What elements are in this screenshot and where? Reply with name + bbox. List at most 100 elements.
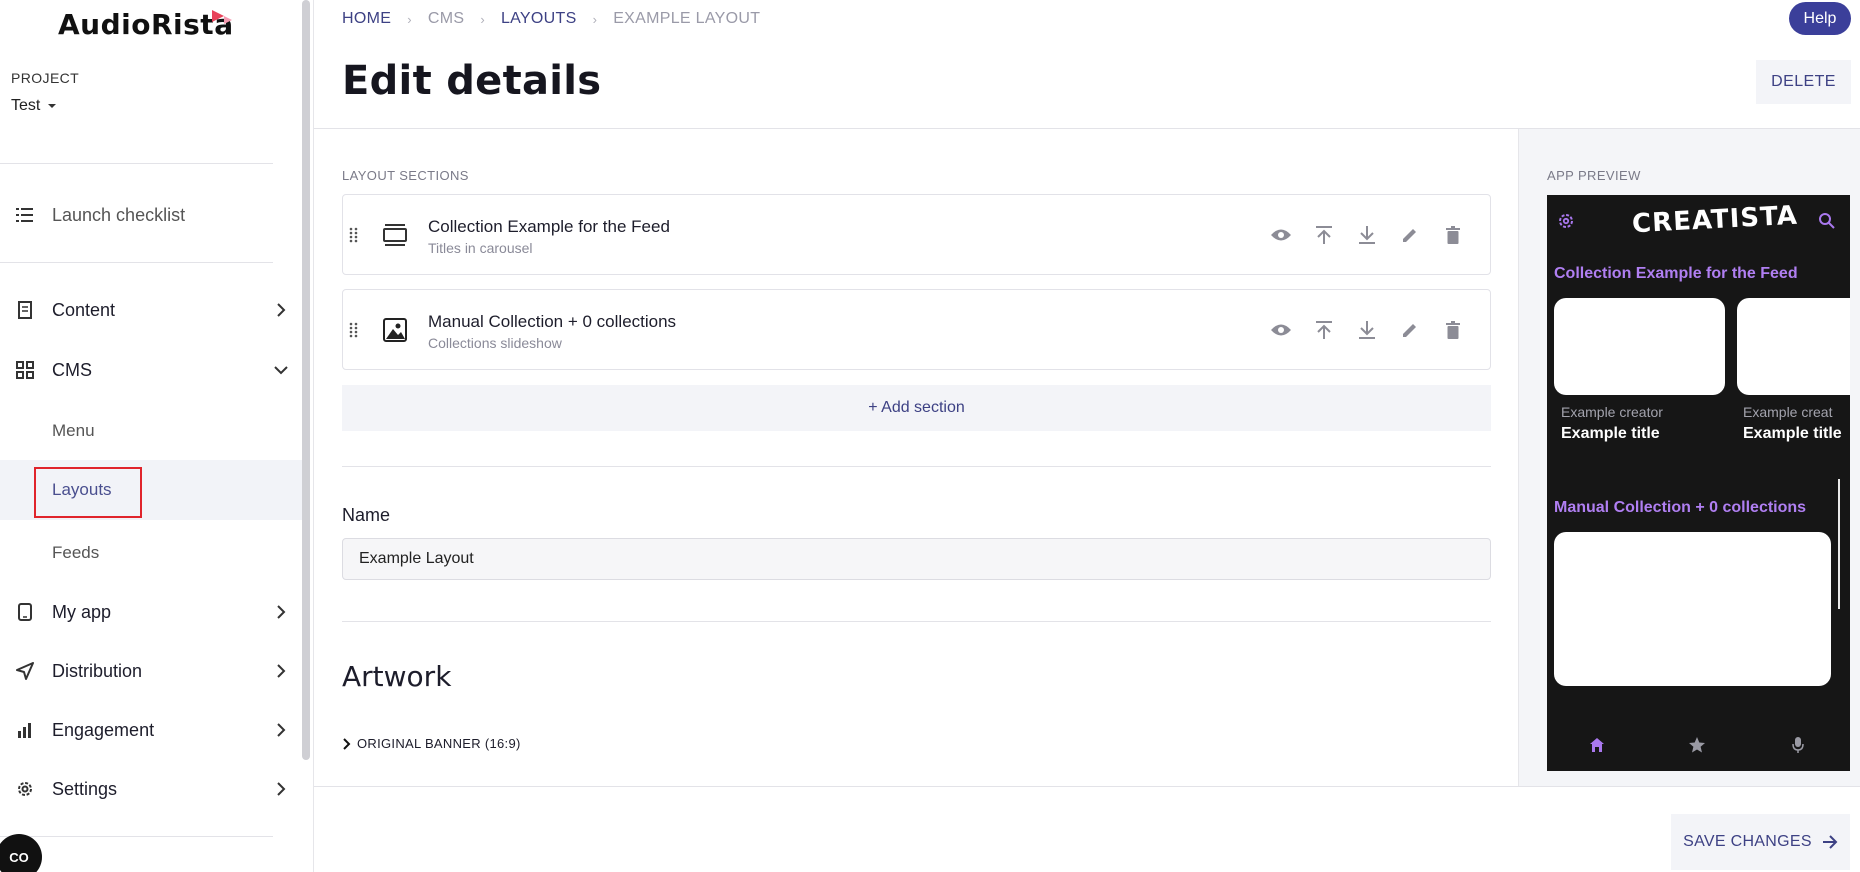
bar-chart-icon [15, 720, 35, 740]
layout-section-card[interactable]: Manual Collection + 0 collections Collec… [342, 289, 1491, 370]
microphone-icon [1788, 735, 1808, 755]
section-title: Manual Collection + 0 collections [428, 312, 677, 331]
gear-icon [1559, 214, 1573, 228]
chevron-right-icon [272, 721, 290, 739]
sidebar-item-feeds[interactable]: Feeds [0, 527, 302, 579]
help-button[interactable]: Help [1789, 2, 1851, 35]
preview-slideshow-card [1554, 532, 1831, 686]
move-to-top-icon[interactable] [1312, 223, 1335, 246]
drag-handle-icon[interactable] [349, 227, 359, 243]
sidebar-item-label: Launch checklist [52, 204, 186, 225]
sidebar-item-my-app[interactable]: My app [0, 586, 302, 638]
tablet-icon [15, 602, 35, 622]
breadcrumb-separator-icon: › [480, 11, 485, 27]
breadcrumb-home[interactable]: HOME [342, 10, 391, 28]
caret-down-icon [48, 104, 57, 108]
sidebar-item-label: Content [52, 299, 116, 320]
form-divider [342, 621, 1491, 622]
home-icon [1587, 735, 1607, 755]
form-divider [342, 466, 1491, 467]
sidebar-divider [0, 163, 273, 164]
image-icon [383, 318, 407, 342]
sidebar-scrollbar[interactable] [302, 0, 310, 760]
section-subtitle: Titles in carousel [428, 240, 533, 256]
project-selector[interactable]: Test [11, 97, 57, 115]
delete-button[interactable]: DELETE [1756, 60, 1851, 104]
save-label: SAVE CHANGES [1683, 833, 1812, 850]
name-input[interactable] [342, 538, 1491, 580]
preview-creator: Example creat [1743, 404, 1833, 420]
preview-app-logo: CREATISTA [1631, 200, 1799, 240]
sidebar-divider [0, 262, 273, 263]
sidebar-item-label: Engagement [52, 719, 155, 740]
sidebar-divider [0, 836, 273, 837]
sidebar-item-cms[interactable]: CMS [0, 344, 302, 396]
carousel-icon [383, 224, 407, 246]
footer-divider [314, 786, 1860, 787]
section-actions [1269, 318, 1464, 341]
breadcrumb-separator-icon: › [407, 11, 412, 27]
chevron-down-icon [272, 361, 290, 379]
save-changes-button[interactable]: SAVE CHANGES [1671, 814, 1850, 870]
banner-label: ORIGINAL BANNER (16:9) [357, 736, 521, 751]
trash-icon[interactable] [1441, 318, 1464, 341]
arrow-right-icon [1822, 835, 1838, 849]
preview-section-heading: Manual Collection + 0 collections [1554, 499, 1807, 516]
cookie-consent-button[interactable]: CO [0, 834, 42, 872]
app-logo[interactable]: AudioRista [58, 8, 234, 41]
gear-icon [15, 779, 35, 799]
grid-icon [15, 360, 35, 380]
sidebar-item-engagement[interactable]: Engagement [0, 704, 302, 756]
name-field-label: Name [342, 505, 391, 525]
breadcrumb-layouts[interactable]: LAYOUTS [501, 10, 577, 28]
sidebar-item-settings[interactable]: Settings [0, 763, 302, 815]
chevron-right-icon [272, 301, 290, 319]
search-icon [1819, 213, 1835, 229]
original-banner-toggle[interactable]: ORIGINAL BANNER (16:9) [342, 736, 521, 751]
sidebar-item-label: Menu [52, 421, 95, 440]
chevron-right-icon [272, 603, 290, 621]
drag-handle-icon[interactable] [349, 322, 359, 338]
section-actions [1269, 223, 1464, 246]
star-icon [1687, 735, 1707, 755]
sidebar-item-label: CMS [52, 359, 92, 380]
preview-title: Example title [1561, 425, 1660, 442]
layout-section-card[interactable]: Collection Example for the Feed Titles i… [342, 194, 1491, 275]
sidebar-item-launch-checklist[interactable]: Launch checklist [0, 189, 302, 241]
layout-sections-caption: LAYOUT SECTIONS [342, 168, 469, 183]
chevron-right-icon [272, 662, 290, 680]
breadcrumb-separator-icon: › [592, 11, 598, 27]
artwork-heading: Artwork [342, 660, 452, 693]
preview-title: Example title [1743, 425, 1842, 442]
preview-section-heading: Collection Example for the Feed [1554, 265, 1798, 282]
sidebar-item-label: My app [52, 601, 112, 622]
eye-icon[interactable] [1269, 223, 1292, 246]
edit-pencil-icon[interactable] [1398, 223, 1421, 246]
edit-pencil-icon[interactable] [1398, 318, 1421, 341]
sidebar-item-content[interactable]: Content [0, 284, 302, 336]
breadcrumb-current: EXAMPLE LAYOUT [613, 10, 761, 27]
project-value: Test [11, 97, 41, 114]
eye-icon[interactable] [1269, 318, 1292, 341]
sidebar-item-distribution[interactable]: Distribution [0, 645, 302, 697]
selection-highlight [34, 467, 142, 518]
section-subtitle: Collections slideshow [428, 335, 562, 351]
sidebar-item-label: Settings [52, 778, 118, 799]
phone-preview: CREATISTA Collection Example for the Fee… [1547, 195, 1850, 771]
preview-card [1554, 298, 1725, 395]
trash-icon[interactable] [1441, 223, 1464, 246]
sidebar-item-menu[interactable]: Menu [0, 405, 302, 457]
move-to-top-icon[interactable] [1312, 318, 1335, 341]
preview-creator: Example creator [1561, 404, 1663, 420]
sidebar: AudioRista PROJECT Test Launch checklist… [0, 0, 306, 872]
move-to-bottom-icon[interactable] [1355, 318, 1378, 341]
breadcrumb-cms[interactable]: CMS [428, 10, 464, 28]
add-section-button[interactable]: + Add section [342, 385, 1491, 431]
chevron-right-icon [272, 780, 290, 798]
checklist-icon [15, 205, 35, 225]
page-title: Edit details [342, 58, 602, 104]
chevron-right-icon [343, 737, 351, 750]
cookie-label: CO [9, 849, 29, 865]
project-label: PROJECT [11, 70, 80, 86]
move-to-bottom-icon[interactable] [1355, 223, 1378, 246]
